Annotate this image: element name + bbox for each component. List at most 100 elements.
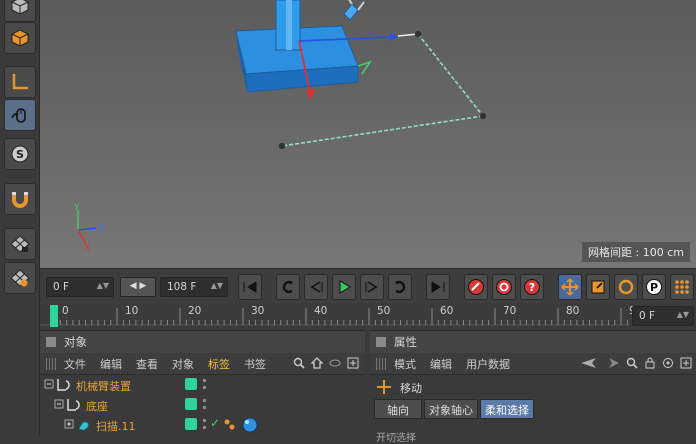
target-icon[interactable] — [662, 357, 674, 369]
visibility-dots[interactable] — [202, 397, 207, 411]
axis-y-label: Y — [73, 203, 80, 213]
layer-tag-icon[interactable] — [185, 378, 197, 390]
playhead[interactable] — [50, 305, 58, 327]
enabled-check-icon[interactable]: ✓ — [210, 416, 220, 430]
go-to-end-button[interactable] — [426, 274, 450, 300]
home-icon[interactable] — [311, 357, 323, 369]
move-keys-icon[interactable] — [558, 274, 582, 300]
visibility-dots[interactable] — [202, 377, 207, 391]
scene-view[interactable]: Y Z X — [40, 0, 696, 268]
timeline-ruler[interactable]: 0102030405060708090 0 F▲▼ — [40, 304, 696, 328]
object-name[interactable]: 底座 — [86, 398, 108, 414]
tab-soft-selection[interactable]: 柔和选择 — [480, 399, 534, 419]
ruler-tick-label: 0 — [62, 305, 69, 317]
object-panel-menu: 文件 编辑 查看 对象 标签 书签 — [40, 353, 365, 375]
menu-item-object[interactable]: 对象 — [172, 356, 194, 372]
menu-grip-icon — [46, 358, 58, 370]
attribute-tabs: 轴向 对象轴心 柔和选择 — [370, 399, 696, 419]
object-name[interactable]: 扫描.11 — [96, 418, 136, 434]
back-arrow-icon[interactable] — [580, 357, 602, 369]
object-name[interactable]: 机械臂装置 — [76, 378, 131, 394]
tool-name: 移动 — [400, 382, 422, 395]
menu-grip-icon — [376, 358, 388, 370]
layer-tag-icon[interactable] — [185, 398, 197, 410]
grid-spacing-label: 网格间距 : 100 cm — [582, 242, 690, 262]
next-key-button[interactable] — [388, 274, 412, 300]
ruler-tick-label: 50 — [377, 305, 391, 317]
previous-key-button[interactable] — [276, 274, 300, 300]
axis-icon[interactable] — [4, 66, 36, 98]
tab-object-axis[interactable]: 对象轴心 — [424, 399, 478, 419]
menu-item-file[interactable]: 文件 — [64, 356, 86, 372]
panel-handle-icon[interactable] — [376, 337, 386, 347]
record-keys-button[interactable] — [464, 274, 488, 300]
lock-icon[interactable] — [644, 357, 656, 369]
cube-icon[interactable] — [4, 0, 36, 22]
attribute-manager-panel: 属性 模式 编辑 用户数据 移动 轴向 对象轴心 柔和选择 开切选择 — [370, 330, 696, 444]
search-icon[interactable] — [626, 357, 638, 369]
help-key-button[interactable]: ? — [520, 274, 544, 300]
search-icon[interactable] — [293, 357, 305, 369]
ruler-tick-label: 80 — [566, 305, 580, 317]
svg-text:?: ? — [529, 281, 535, 294]
play-button[interactable] — [332, 274, 356, 300]
tag-icons[interactable] — [222, 415, 262, 435]
object-manager-panel: 对象 文件 编辑 查看 对象 标签 书签 机械臂装置 底座 扫描.11 ✓ — [40, 330, 365, 435]
object-row[interactable]: 扫描.11 ✓ — [40, 415, 365, 435]
svg-text:S: S — [16, 148, 24, 161]
param-keys-icon[interactable]: P — [642, 274, 666, 300]
grid-sphere-icon[interactable] — [4, 262, 36, 294]
ruler-frame-field[interactable]: 0 F ▲▼ — [632, 306, 694, 326]
visibility-dots[interactable] — [202, 417, 207, 431]
current-frame-field[interactable]: 0 F ▲▼ — [46, 277, 114, 297]
rotate-keys-icon[interactable] — [614, 274, 638, 300]
object-row[interactable]: 底座 — [40, 395, 365, 415]
ruler-tick-label: 60 — [440, 305, 454, 317]
axis-z-label: Z — [98, 224, 104, 234]
end-frame-field[interactable]: 108 F ▲▼ — [160, 277, 228, 297]
current-frame-value: 0 F — [53, 281, 70, 293]
move-tool-icon — [377, 380, 391, 394]
menu-item-edit[interactable]: 编辑 — [430, 356, 452, 372]
ruler-tick-label: 10 — [125, 305, 139, 317]
eye-icon[interactable] — [329, 357, 341, 369]
viewport-3d[interactable]: Y Z X 网格间距 : 100 cm — [40, 0, 696, 268]
mouse-icon[interactable] — [4, 99, 36, 131]
previous-frame-button[interactable] — [304, 274, 328, 300]
menu-item-bookmarks[interactable]: 书签 — [244, 356, 266, 372]
grid-lock-icon[interactable] — [4, 228, 36, 260]
new-panel-icon[interactable] — [347, 357, 359, 369]
magnet-icon[interactable] — [4, 183, 36, 215]
point-keys-icon[interactable] — [670, 274, 694, 300]
cube-orange-icon[interactable] — [4, 22, 36, 54]
ruler-tick-label: 30 — [251, 305, 265, 317]
next-frame-button[interactable] — [360, 274, 384, 300]
section-title: 开切选择 — [376, 433, 416, 444]
object-panel-title: 对象 — [64, 335, 87, 349]
snap-icon[interactable]: S — [4, 138, 36, 170]
frame-step-arrows[interactable]: ◀ ▶ — [120, 277, 156, 297]
forward-arrow-icon[interactable] — [608, 357, 620, 369]
expand-null-icon[interactable] — [44, 375, 74, 395]
menu-item-edit[interactable]: 编辑 — [100, 356, 122, 372]
new-panel-icon[interactable] — [680, 357, 692, 369]
tool-header: 移动 — [370, 375, 696, 399]
object-row[interactable]: 机械臂装置 — [40, 375, 365, 395]
playback-controls: 0 F ▲▼ ◀ ▶ 108 F ▲▼ ? P — [40, 268, 696, 304]
menu-item-tags[interactable]: 标签 — [208, 356, 230, 372]
auto-key-button[interactable] — [492, 274, 516, 300]
scale-keys-icon[interactable] — [586, 274, 610, 300]
menu-item-view[interactable]: 查看 — [136, 356, 158, 372]
tab-axis[interactable]: 轴向 — [374, 399, 422, 419]
menu-item-user-data[interactable]: 用户数据 — [466, 356, 510, 372]
ruler-frame-value: 0 F — [639, 310, 656, 322]
layer-tag-icon[interactable] — [185, 418, 197, 430]
attribute-panel-header: 属性 — [370, 331, 696, 353]
left-toolbar: S — [0, 0, 40, 435]
ruler-tick-label: 20 — [188, 305, 202, 317]
ruler-tick-label: 70 — [503, 305, 517, 317]
panel-handle-icon[interactable] — [46, 337, 56, 347]
menu-item-mode[interactable]: 模式 — [394, 356, 416, 372]
attribute-panel-menu: 模式 编辑 用户数据 — [370, 353, 696, 375]
go-to-start-button[interactable] — [238, 274, 262, 300]
